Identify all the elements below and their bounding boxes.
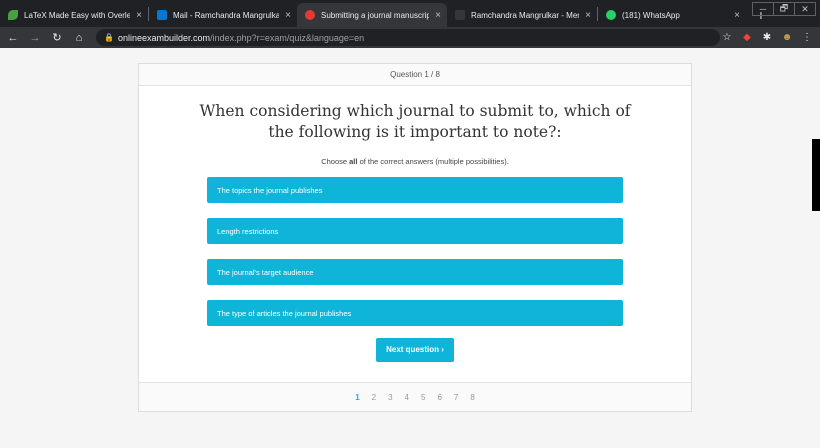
back-arrow-icon[interactable]: ←: [4, 29, 22, 47]
url-path: /index.php?r=exam/quiz&language=en: [210, 32, 365, 43]
page-content: Question 1 / 8 When considering which jo…: [0, 48, 820, 448]
answer-list: The topics the journal publishes Length …: [139, 177, 691, 326]
extensions-puzzle-icon[interactable]: ✱: [760, 31, 774, 45]
tab-exam[interactable]: Submitting a journal manuscript ar ×: [297, 3, 447, 27]
tab-close-icon[interactable]: ×: [435, 10, 441, 21]
toolbar-actions: ☆ ◆ ✱ ☻ ⋮: [720, 31, 814, 45]
tab-label: Mail - Ramchandra Mangrulkar - O: [173, 10, 280, 20]
close-window-button[interactable]: ✕: [794, 2, 816, 16]
tab-close-icon[interactable]: ×: [136, 10, 142, 21]
instruction-prefix: Choose: [321, 157, 350, 166]
tab-overleaf[interactable]: LaTeX Made Easy with Overleaf (p ×: [0, 3, 148, 27]
outlook-mail-icon: [157, 10, 167, 20]
answer-option-3[interactable]: The journal's target audience: [207, 259, 623, 285]
minimize-button[interactable]: ─: [752, 2, 774, 16]
side-overlay: [812, 139, 820, 211]
url-host: onlineexambuilder.com: [118, 32, 211, 43]
page-link-3[interactable]: 3: [388, 393, 392, 402]
tab-label: LaTeX Made Easy with Overleaf (p: [24, 10, 131, 20]
address-bar[interactable]: 🔒 onlineexambuilder.com/index.php?r=exam…: [96, 29, 720, 46]
forward-arrow-icon[interactable]: →: [26, 29, 44, 47]
instruction-suffix: of the correct answers (multiple possibi…: [357, 157, 509, 166]
tab-close-icon[interactable]: ×: [585, 10, 591, 21]
browser-toolbar: ← → ↻ ⌂ 🔒 onlineexambuilder.com/index.ph…: [0, 27, 820, 48]
answer-instruction: Choose all of the correct answers (multi…: [139, 157, 691, 166]
tab-close-icon[interactable]: ×: [734, 10, 740, 21]
quiz-card: Question 1 / 8 When considering which jo…: [138, 63, 692, 412]
reload-icon[interactable]: ↻: [48, 29, 66, 47]
tab-label: (181) WhatsApp: [622, 10, 680, 20]
next-question-button[interactable]: Next question ›: [376, 338, 454, 362]
tab-mail[interactable]: Mail - Ramchandra Mangrulkar - O ×: [149, 3, 297, 27]
page-link-7[interactable]: 7: [454, 393, 458, 402]
page-link-2[interactable]: 2: [372, 393, 376, 402]
home-icon[interactable]: ⌂: [70, 29, 88, 47]
page-link-1[interactable]: 1: [355, 393, 359, 402]
tab-whatsapp[interactable]: (181) WhatsApp ×: [598, 3, 746, 27]
answer-option-2[interactable]: Length restrictions: [207, 218, 623, 244]
tab-mendeley[interactable]: Ramchandra Mangrulkar - Mendel ×: [447, 3, 597, 27]
page-link-5[interactable]: 5: [421, 393, 425, 402]
page-link-4[interactable]: 4: [405, 393, 409, 402]
menu-kebab-icon[interactable]: ⋮: [800, 31, 814, 45]
lock-icon: 🔒: [104, 33, 114, 42]
question-text: When considering which journal to submit…: [199, 102, 631, 141]
page-link-6[interactable]: 6: [437, 393, 441, 402]
window-controls: ─ 🗗 ✕: [752, 2, 816, 16]
tab-label: Ramchandra Mangrulkar - Mendel: [471, 10, 579, 20]
extension-icon[interactable]: ◆: [740, 31, 754, 45]
page-link-8[interactable]: 8: [470, 393, 474, 402]
mendeley-icon: [455, 10, 465, 20]
tab-close-icon[interactable]: ×: [285, 10, 291, 21]
whatsapp-icon: [606, 10, 616, 20]
question-counter: Question 1 / 8: [139, 64, 691, 86]
tab-strip: LaTeX Made Easy with Overleaf (p × Mail …: [0, 0, 820, 27]
exam-icon: [305, 10, 315, 20]
overleaf-leaf-icon: [8, 10, 18, 20]
answer-option-1[interactable]: The topics the journal publishes: [207, 177, 623, 203]
bookmark-star-icon[interactable]: ☆: [720, 31, 734, 45]
next-wrap: Next question ›: [139, 338, 691, 362]
answer-option-4[interactable]: The type of articles the journal publish…: [207, 300, 623, 326]
restore-button[interactable]: 🗗: [773, 2, 795, 16]
tab-label: Submitting a journal manuscript ar: [321, 10, 430, 20]
question-pagination: 1 2 3 4 5 6 7 8: [139, 382, 691, 411]
profile-avatar-icon[interactable]: ☻: [780, 31, 794, 45]
